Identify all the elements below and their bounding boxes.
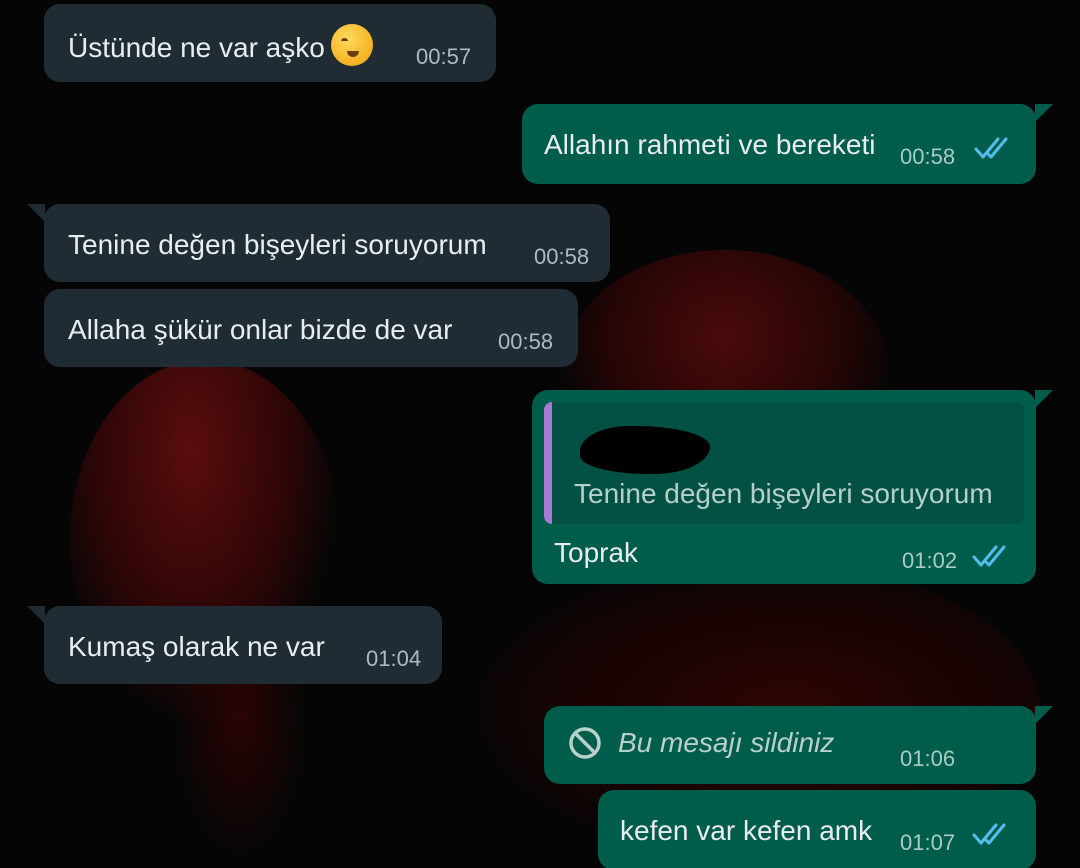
read-receipt-icon (972, 545, 1006, 567)
chat-view: Üstünde ne var aşko 00:57 Allahın rahmet… (0, 0, 1080, 868)
message-time: 00:57 (416, 44, 472, 69)
message-bubble-outgoing-reply[interactable]: Tenine değen bişeyleri soruyorum Toprak … (532, 390, 1053, 584)
message-time: 01:04 (366, 646, 422, 671)
deleted-message-icon (569, 727, 601, 759)
message-bubble-outgoing[interactable]: Allahın rahmeti ve bereketi 00:58 (522, 104, 1053, 184)
message-time: 00:58 (534, 244, 590, 269)
deleted-message-text: Bu mesajı sildiniz (618, 727, 835, 758)
quote-accent-bar (544, 402, 552, 524)
drooling-face-emoji (330, 24, 373, 66)
quoted-text: Tenine değen bişeyleri soruyorum (574, 478, 993, 509)
message-text: Üstünde ne var aşko (68, 24, 373, 66)
message-time: 00:58 (498, 329, 554, 354)
message-text: Toprak (554, 537, 639, 568)
message-time: 01:07 (900, 830, 956, 855)
message-bubble-incoming[interactable]: Tenine değen bişeyleri soruyorum 00:58 (27, 204, 610, 282)
message-text: Kumaş olarak ne var (68, 631, 325, 662)
message-bubble-incoming[interactable]: Kumaş olarak ne var 01:04 (27, 606, 442, 684)
message-text: Tenine değen bişeyleri soruyorum (68, 229, 487, 260)
quoted-message[interactable]: Tenine değen bişeyleri soruyorum (544, 402, 1024, 524)
message-bubble-outgoing[interactable]: kefen var kefen amk 01:07 (598, 790, 1036, 868)
redacted-sender-name (580, 426, 710, 474)
message-text: Allahın rahmeti ve bereketi (544, 129, 876, 160)
message-bubble-incoming[interactable]: Üstünde ne var aşko 00:57 (44, 4, 496, 82)
message-time: 00:58 (900, 144, 956, 169)
read-receipt-icon (972, 823, 1006, 845)
read-receipt-icon (974, 137, 1008, 159)
message-bubble-incoming[interactable]: Allaha şükür onlar bizde de var 00:58 (44, 289, 578, 367)
message-bubble-deleted[interactable]: Bu mesajı sildiniz 01:06 (544, 706, 1053, 784)
message-time: 01:06 (900, 746, 956, 771)
message-time: 01:02 (902, 548, 958, 573)
message-text: Allaha şükür onlar bizde de var (68, 314, 453, 345)
message-text: kefen var kefen amk (620, 815, 873, 846)
